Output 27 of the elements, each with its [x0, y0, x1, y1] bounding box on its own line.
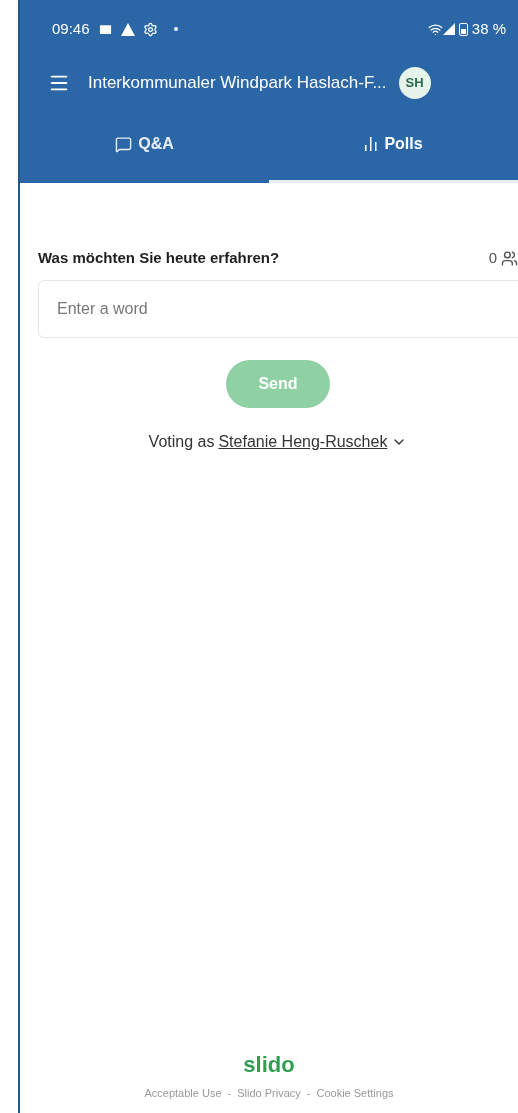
app-title: Interkommunaler Windpark Haslach-F...	[88, 72, 387, 95]
tab[interactable]: Q&A	[20, 108, 269, 183]
users-icon	[501, 249, 518, 267]
footer-link[interactable]: Slido Privacy	[237, 1084, 301, 1101]
tab[interactable]: Polls	[269, 108, 518, 183]
footer-link[interactable]: Cookie Settings	[316, 1084, 394, 1101]
dot-icon	[173, 27, 178, 31]
triangle-icon	[120, 22, 135, 36]
signal-icon	[442, 23, 455, 35]
status-time: 09:46	[52, 18, 90, 39]
battery-percent: 38 %	[471, 18, 506, 39]
word-input[interactable]: Enter a word	[38, 279, 518, 338]
voter-name-link[interactable]: Stefanie Heng-Ruschek	[218, 429, 388, 454]
bar-chart-icon	[364, 137, 379, 151]
battery-icon	[458, 22, 468, 36]
poll-question: Was möchten Sie heute erfahren?	[38, 248, 281, 268]
avatar[interactable]: SH	[398, 67, 431, 99]
footer-link[interactable]: Acceptable Use	[144, 1084, 222, 1101]
chat-icon	[115, 135, 133, 153]
settings-icon	[142, 21, 158, 37]
separator: -	[306, 1085, 311, 1101]
participant-count: 0	[488, 248, 497, 268]
voting-as-label: Voting as	[148, 431, 215, 452]
separator: -	[227, 1085, 232, 1101]
mail-icon	[97, 21, 113, 37]
slido-logo: slido	[243, 1050, 295, 1079]
wifi-icon	[427, 21, 443, 37]
